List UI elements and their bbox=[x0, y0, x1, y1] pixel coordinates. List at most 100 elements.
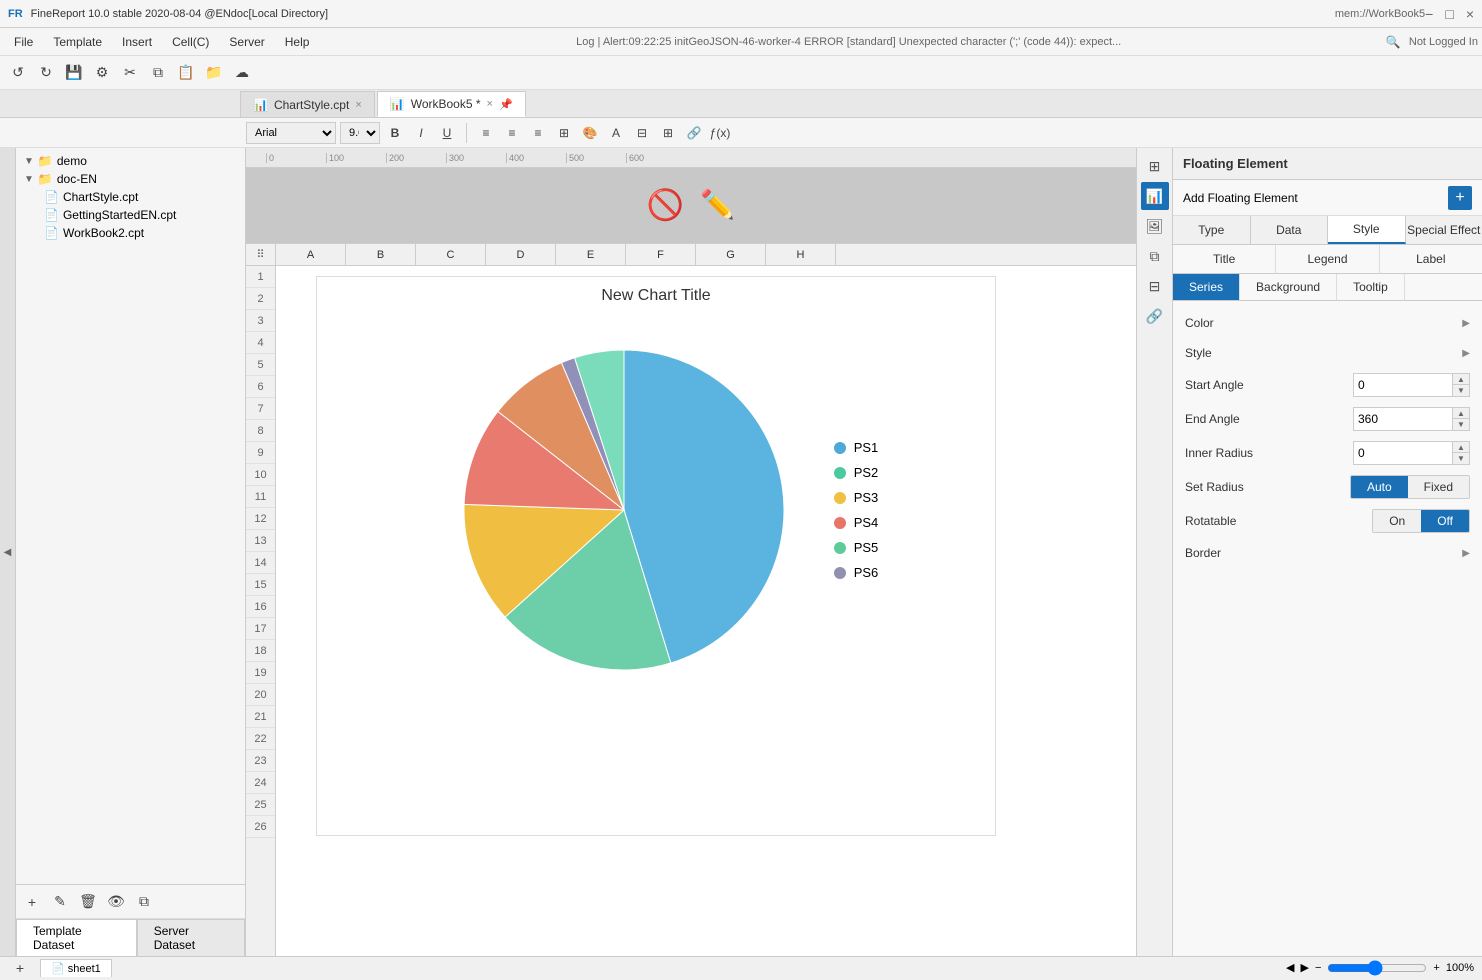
col-c[interactable]: C bbox=[416, 244, 486, 265]
rotatable-off-btn[interactable]: Off bbox=[1421, 510, 1469, 532]
right-sub-title[interactable]: Title bbox=[1173, 245, 1276, 273]
ds-tab-server[interactable]: Server Dataset bbox=[137, 919, 245, 956]
icon-panel-more[interactable]: ⊟ bbox=[1141, 272, 1169, 300]
col-e[interactable]: E bbox=[556, 244, 626, 265]
upload-btn[interactable]: ☁ bbox=[230, 61, 254, 85]
menu-insert[interactable]: Insert bbox=[112, 31, 162, 53]
col-a[interactable]: A bbox=[276, 244, 346, 265]
save-btn[interactable]: 💾 bbox=[62, 61, 86, 85]
tree-item-gettingstarted[interactable]: 📄 GettingStartedEN.cpt bbox=[20, 206, 241, 224]
rotatable-on-btn[interactable]: On bbox=[1373, 510, 1421, 532]
tree-item-doc-en[interactable]: ▼ 📁 doc-EN bbox=[20, 170, 241, 188]
close-btn[interactable]: × bbox=[1466, 6, 1474, 22]
borders-btn[interactable]: ⊞ bbox=[553, 122, 575, 144]
col-d[interactable]: D bbox=[486, 244, 556, 265]
ds-tab-template[interactable]: Template Dataset bbox=[16, 919, 137, 956]
ds-edit-btn[interactable]: ✎ bbox=[48, 890, 72, 914]
cut-btn[interactable]: ✂ bbox=[118, 61, 142, 85]
right-tab-type[interactable]: Type bbox=[1173, 216, 1251, 244]
icon-panel-link[interactable]: 🔗 bbox=[1141, 302, 1169, 330]
sheet-cells[interactable]: New Chart Title PS1 bbox=[276, 266, 1136, 956]
copy-btn[interactable]: ⧉ bbox=[146, 61, 170, 85]
align-right-btn[interactable]: ≡ bbox=[527, 122, 549, 144]
pencil-icon[interactable]: ✏️ bbox=[700, 188, 735, 223]
inner-radius-up[interactable]: ▲ bbox=[1453, 442, 1469, 453]
tree-item-workbook2[interactable]: 📄 WorkBook2.cpt bbox=[20, 224, 241, 242]
border-row[interactable]: Border ▶ bbox=[1181, 539, 1474, 567]
undo-btn[interactable]: ↺ bbox=[6, 61, 30, 85]
tab-workbook5[interactable]: 📊 WorkBook5 * × 📌 bbox=[377, 91, 526, 117]
bold-btn[interactable]: B bbox=[384, 122, 406, 144]
radius-auto-btn[interactable]: Auto bbox=[1351, 476, 1408, 498]
align-center-btn[interactable]: ≡ bbox=[501, 122, 523, 144]
icon-panel-widget[interactable]: ⧉ bbox=[1141, 242, 1169, 270]
zoom-plus-btn[interactable]: + bbox=[1433, 962, 1439, 974]
right-sub-legend[interactable]: Legend bbox=[1276, 245, 1379, 273]
pin-icon[interactable]: 📌 bbox=[499, 98, 513, 111]
add-floating-btn[interactable]: + bbox=[1448, 186, 1472, 210]
series-tab-background[interactable]: Background bbox=[1240, 274, 1337, 300]
italic-btn[interactable]: I bbox=[410, 122, 432, 144]
zoom-nav-next[interactable]: ▶ bbox=[1301, 961, 1309, 974]
status-add-sheet[interactable]: + bbox=[8, 956, 32, 980]
inner-radius-input[interactable] bbox=[1353, 441, 1453, 465]
ds-copy-btn[interactable]: ⧉ bbox=[132, 890, 156, 914]
left-collapse-btn[interactable]: ◀ bbox=[0, 148, 16, 956]
pie-chart-svg[interactable] bbox=[434, 320, 814, 700]
col-f[interactable]: F bbox=[626, 244, 696, 265]
merge-btn[interactable]: ⊟ bbox=[631, 122, 653, 144]
font-select[interactable]: Arial bbox=[246, 122, 336, 144]
tree-item-chartstyle[interactable]: 📄 ChartStyle.cpt bbox=[20, 188, 241, 206]
ds-add-btn[interactable]: + bbox=[20, 890, 44, 914]
tab-close-workbook5[interactable]: × bbox=[487, 98, 493, 110]
start-angle-up[interactable]: ▲ bbox=[1453, 374, 1469, 385]
tab-chartstyle[interactable]: 📊 ChartStyle.cpt × bbox=[240, 91, 375, 117]
align-left-btn[interactable]: ≡ bbox=[475, 122, 497, 144]
end-angle-down[interactable]: ▼ bbox=[1453, 419, 1469, 430]
start-angle-input[interactable] bbox=[1353, 373, 1453, 397]
inner-radius-down[interactable]: ▼ bbox=[1453, 453, 1469, 464]
formula-btn[interactable]: ƒ(x) bbox=[709, 122, 731, 144]
search-icon[interactable]: 🔍 bbox=[1386, 35, 1401, 49]
end-angle-up[interactable]: ▲ bbox=[1453, 408, 1469, 419]
paste-btn[interactable]: 📋 bbox=[174, 61, 198, 85]
menu-file[interactable]: File bbox=[4, 31, 43, 53]
ds-delete-btn[interactable]: 🗑 bbox=[76, 890, 100, 914]
right-tab-data[interactable]: Data bbox=[1251, 216, 1329, 244]
font-color-btn[interactable]: A bbox=[605, 122, 627, 144]
tree-item-demo[interactable]: ▼ 📁 demo bbox=[20, 152, 241, 170]
icon-panel-grid[interactable]: ⊞ bbox=[1141, 152, 1169, 180]
col-h[interactable]: H bbox=[766, 244, 836, 265]
col-b[interactable]: B bbox=[346, 244, 416, 265]
menu-help[interactable]: Help bbox=[275, 31, 320, 53]
sheet-tab-1[interactable]: 📄 sheet1 bbox=[40, 959, 112, 977]
end-angle-input[interactable] bbox=[1353, 407, 1453, 431]
underline-btn[interactable]: U bbox=[436, 122, 458, 144]
color-row[interactable]: Color ▶ bbox=[1181, 309, 1474, 337]
chart-container[interactable]: New Chart Title PS1 bbox=[316, 276, 996, 836]
series-tab-tooltip[interactable]: Tooltip bbox=[1337, 274, 1405, 300]
zoom-nav-prev[interactable]: ◀ bbox=[1286, 961, 1294, 974]
settings-btn[interactable]: ⚙ bbox=[90, 61, 114, 85]
tab-close-chartstyle[interactable]: × bbox=[355, 99, 361, 111]
fill-color-btn[interactable]: 🎨 bbox=[579, 122, 601, 144]
minimize-btn[interactable]: − bbox=[1425, 6, 1433, 22]
style-row[interactable]: Style ▶ bbox=[1181, 339, 1474, 367]
col-g[interactable]: G bbox=[696, 244, 766, 265]
menu-template[interactable]: Template bbox=[43, 31, 112, 53]
menu-server[interactable]: Server bbox=[219, 31, 274, 53]
right-sub-label[interactable]: Label bbox=[1380, 245, 1482, 273]
zoom-slider[interactable] bbox=[1327, 960, 1427, 976]
redo-btn[interactable]: ↻ bbox=[34, 61, 58, 85]
font-size-select[interactable]: 9.0 bbox=[340, 122, 380, 144]
zoom-minus-btn[interactable]: − bbox=[1315, 962, 1321, 974]
link-btn[interactable]: 🔗 bbox=[683, 122, 705, 144]
series-tab-series[interactable]: Series bbox=[1173, 274, 1240, 300]
open-btn[interactable]: 📁 bbox=[202, 61, 226, 85]
right-tab-style[interactable]: Style bbox=[1328, 216, 1406, 244]
start-angle-down[interactable]: ▼ bbox=[1453, 385, 1469, 396]
radius-fixed-btn[interactable]: Fixed bbox=[1408, 476, 1469, 498]
ds-preview-btn[interactable]: 👁 bbox=[104, 890, 128, 914]
right-tab-special[interactable]: Special Effect bbox=[1406, 216, 1482, 244]
maximize-btn[interactable]: □ bbox=[1445, 6, 1453, 22]
